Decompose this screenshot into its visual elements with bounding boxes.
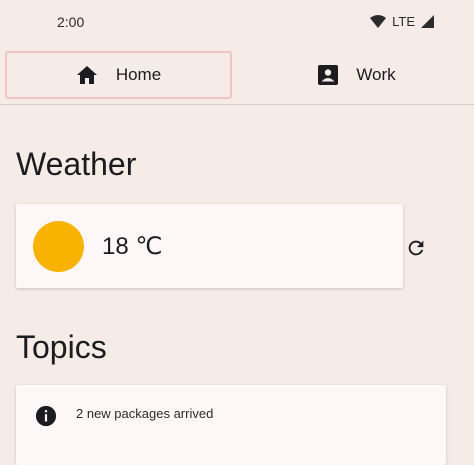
cell-signal-icon bbox=[421, 15, 434, 28]
contact-icon bbox=[318, 65, 339, 85]
weather-card: 18 ℃ bbox=[16, 204, 424, 288]
status-time: 2:00 bbox=[57, 14, 85, 30]
weather-title: Weather bbox=[16, 146, 137, 182]
topics-card: 2 new packages arrived bbox=[16, 385, 446, 465]
tab-home[interactable]: Home bbox=[5, 51, 232, 99]
network-type: LTE bbox=[392, 14, 415, 29]
status-indicators: LTE bbox=[370, 14, 434, 29]
info-icon bbox=[35, 405, 57, 427]
refresh-icon[interactable] bbox=[405, 237, 427, 259]
tab-work-label: Work bbox=[356, 65, 396, 84]
tab-work[interactable]: Work bbox=[240, 51, 474, 99]
status-bar: 2:00 LTE bbox=[0, 0, 474, 44]
topic-item-text: 2 new packages arrived bbox=[76, 406, 214, 421]
topics-title: Topics bbox=[16, 329, 107, 365]
home-icon bbox=[76, 65, 98, 85]
sun-icon bbox=[33, 221, 84, 272]
wifi-icon bbox=[370, 14, 387, 29]
tab-home-label: Home bbox=[115, 65, 162, 84]
tab-bar: Home Work bbox=[0, 48, 474, 105]
temperature: 18 ℃ bbox=[102, 233, 163, 260]
